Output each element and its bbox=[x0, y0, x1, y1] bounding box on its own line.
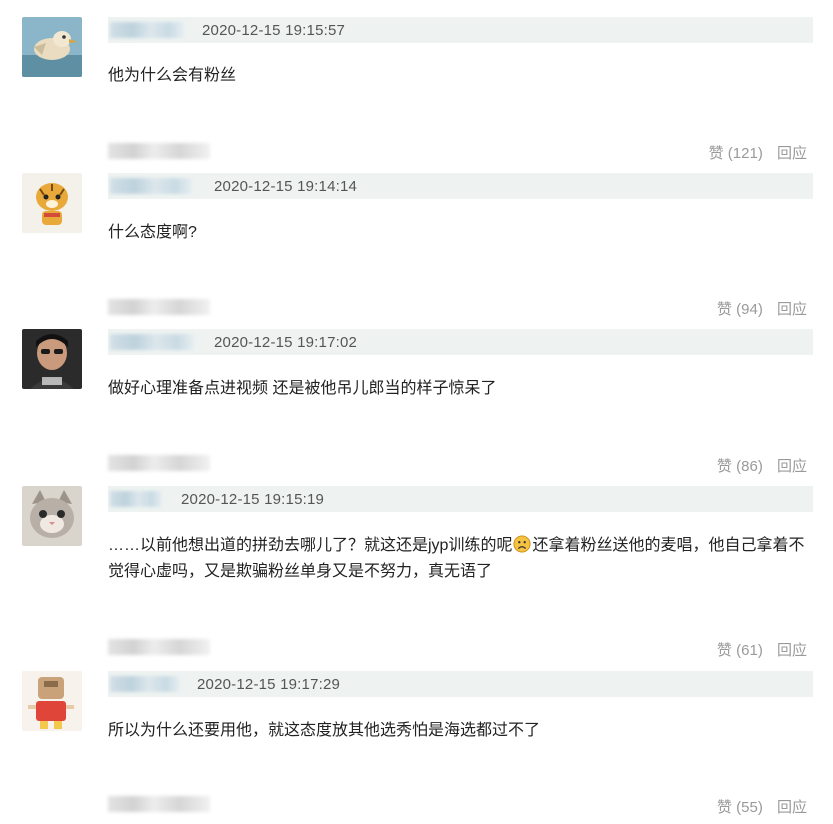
comment-text: 所以为什么还要用他，就这态度放其他选秀怕是海选都过不了 bbox=[108, 722, 541, 739]
comment-text: ……以前他想出道的拼劲去哪儿了？就这还是jyp训练的呢 还拿着粉丝送他的麦唱，他自… bbox=[108, 533, 808, 585]
reply-preview-blurred[interactable] bbox=[108, 143, 210, 159]
like-button[interactable]: 赞 (121) bbox=[709, 145, 763, 162]
comment-meta-bar: 2020-12-15 19:15:19 bbox=[108, 486, 813, 512]
comment-timestamp: 2020-12-15 19:14:14 bbox=[214, 178, 358, 195]
username-blurred[interactable] bbox=[110, 178, 192, 194]
comment-meta-bar: 2020-12-15 19:15:57 bbox=[108, 17, 813, 43]
like-button[interactable]: 赞 (94) bbox=[717, 301, 763, 318]
user-avatar[interactable] bbox=[22, 17, 82, 77]
comment-text: 他为什么会有粉丝 bbox=[108, 67, 237, 84]
like-button[interactable]: 赞 (61) bbox=[717, 642, 763, 659]
comment-actions: 赞 (61) 回应 bbox=[717, 639, 807, 660]
comment-meta-bar: 2020-12-15 19:14:14 bbox=[108, 173, 813, 199]
crayon-shin-chan-avatar-icon bbox=[22, 671, 82, 731]
username-blurred[interactable] bbox=[110, 22, 184, 38]
user-avatar[interactable] bbox=[22, 329, 82, 389]
user-avatar[interactable] bbox=[22, 486, 82, 546]
reply-button[interactable]: 回应 bbox=[777, 799, 807, 816]
reply-button[interactable]: 回应 bbox=[777, 145, 807, 162]
comment-meta-bar: 2020-12-15 19:17:29 bbox=[108, 671, 813, 697]
username-blurred[interactable] bbox=[110, 491, 162, 507]
username-blurred[interactable] bbox=[110, 676, 180, 692]
comment-actions: 赞 (94) 回应 bbox=[717, 298, 807, 319]
like-button[interactable]: 赞 (86) bbox=[717, 458, 763, 475]
comment-timestamp: 2020-12-15 19:15:57 bbox=[202, 22, 346, 39]
reply-button[interactable]: 回应 bbox=[777, 458, 807, 475]
comment-actions: 赞 (86) 回应 bbox=[717, 455, 807, 476]
comment-actions: 赞 (121) 回应 bbox=[709, 142, 807, 163]
comment-timestamp: 2020-12-15 19:17:29 bbox=[197, 676, 341, 693]
username-blurred[interactable] bbox=[110, 334, 194, 350]
reply-preview-blurred[interactable] bbox=[108, 639, 210, 655]
sad-face-emoji-icon bbox=[513, 535, 532, 553]
reply-button[interactable]: 回应 bbox=[777, 642, 807, 659]
tiger-cartoon-avatar-icon bbox=[22, 173, 82, 233]
user-avatar[interactable] bbox=[22, 671, 82, 731]
reply-preview-blurred[interactable] bbox=[108, 299, 210, 315]
comment-text: 什么态度啊? bbox=[108, 224, 197, 241]
like-button[interactable]: 赞 (55) bbox=[717, 799, 763, 816]
comment-meta-bar: 2020-12-15 19:17:02 bbox=[108, 329, 813, 355]
user-avatar[interactable] bbox=[22, 173, 82, 233]
comment-actions: 赞 (55) 回应 bbox=[717, 796, 807, 817]
comment-timestamp: 2020-12-15 19:17:02 bbox=[214, 334, 358, 351]
cat-avatar-icon bbox=[22, 486, 82, 546]
reply-button[interactable]: 回应 bbox=[777, 301, 807, 318]
comment-text-part: ……以前他想出道的拼劲去哪儿了？就这还是jyp训练的呢 bbox=[108, 537, 513, 554]
bird-avatar-icon bbox=[22, 17, 82, 77]
reply-preview-blurred[interactable] bbox=[108, 796, 210, 812]
comment-timestamp: 2020-12-15 19:15:19 bbox=[181, 491, 325, 508]
reply-preview-blurred[interactable] bbox=[108, 455, 210, 471]
comment-text: 做好心理准备点进视频 还是被他吊儿郎当的样子惊呆了 bbox=[108, 380, 497, 397]
person-photo-avatar-icon bbox=[22, 329, 82, 389]
